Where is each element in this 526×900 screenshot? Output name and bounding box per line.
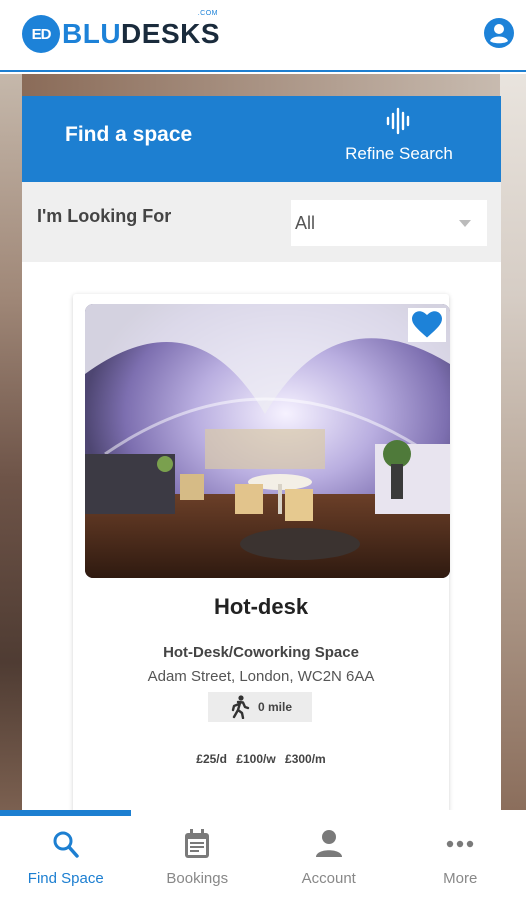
search-icon — [53, 831, 79, 858]
nav-bookings[interactable]: Bookings — [132, 810, 264, 900]
listing-type: Hot-Desk/Coworking Space — [163, 644, 359, 661]
coworking-interior-image — [85, 304, 450, 578]
listing-address: Adam Street, London, WC2N 6AA — [147, 668, 375, 685]
logo-text-blu: BLU — [62, 18, 122, 49]
listing-photo[interactable] — [85, 304, 450, 578]
bottom-navigation: Find Space Bookings Account More — [0, 810, 526, 900]
heart-icon — [412, 311, 442, 338]
refine-search-label: Refine Search — [345, 144, 453, 163]
chevron-down-icon — [459, 220, 471, 227]
calendar-icon — [185, 829, 210, 858]
listing-results: Hot-desk Hot-Desk/Coworking Space Adam S… — [22, 262, 501, 814]
logo-badge: ED — [22, 15, 60, 53]
price-monthly: £300/m — [285, 752, 326, 766]
walking-person-icon — [231, 695, 250, 719]
filter-row: I'm Looking For All — [22, 182, 501, 262]
background-left-strip — [0, 74, 22, 810]
account-circle-icon[interactable] — [484, 18, 514, 48]
nav-more[interactable]: More — [395, 810, 526, 900]
price-list: £25/d £100/w £300/m — [73, 752, 449, 766]
listing-card[interactable]: Hot-desk Hot-Desk/Coworking Space Adam S… — [73, 294, 450, 814]
refine-search-button[interactable]: Refine Search — [334, 106, 464, 164]
listing-title[interactable]: Hot-desk — [73, 594, 449, 620]
active-tab-indicator — [0, 810, 131, 816]
space-type-selected-value: All — [295, 212, 316, 233]
space-type-select[interactable]: All — [291, 200, 487, 246]
distance-badge: 0 mile — [208, 692, 312, 722]
distance-label: 0 mile — [258, 700, 293, 714]
price-daily: £25/d — [196, 752, 227, 766]
nav-more-label: More — [443, 870, 478, 887]
price-weekly: £100/w — [236, 752, 276, 766]
favorite-button[interactable] — [408, 308, 446, 342]
find-space-title: Find a space — [65, 123, 193, 146]
filter-label: I'm Looking For — [37, 206, 172, 226]
logo-com: .COM — [197, 10, 219, 17]
logo-text-desks: DESKS — [121, 18, 221, 49]
nav-account-label: Account — [301, 870, 356, 887]
logo-text: BLUDESKS .COM — [62, 10, 221, 50]
nav-find-space-label: Find Space — [27, 870, 104, 887]
nav-account[interactable]: Account — [263, 810, 395, 900]
search-panel: Find a space Refine Search I'm Looking F… — [22, 96, 501, 814]
person-icon — [315, 830, 342, 857]
nav-bookings-label: Bookings — [166, 870, 229, 887]
bludesks-logo[interactable]: ED BLUDESKS .COM — [22, 10, 221, 54]
sound-wave-icon — [386, 107, 410, 135]
background-right-strip — [500, 74, 526, 810]
nav-find-space[interactable]: Find Space — [0, 810, 132, 900]
more-dots-icon — [447, 840, 474, 848]
app-header: ED BLUDESKS .COM — [0, 0, 526, 72]
search-panel-header: Find a space Refine Search — [22, 96, 501, 182]
